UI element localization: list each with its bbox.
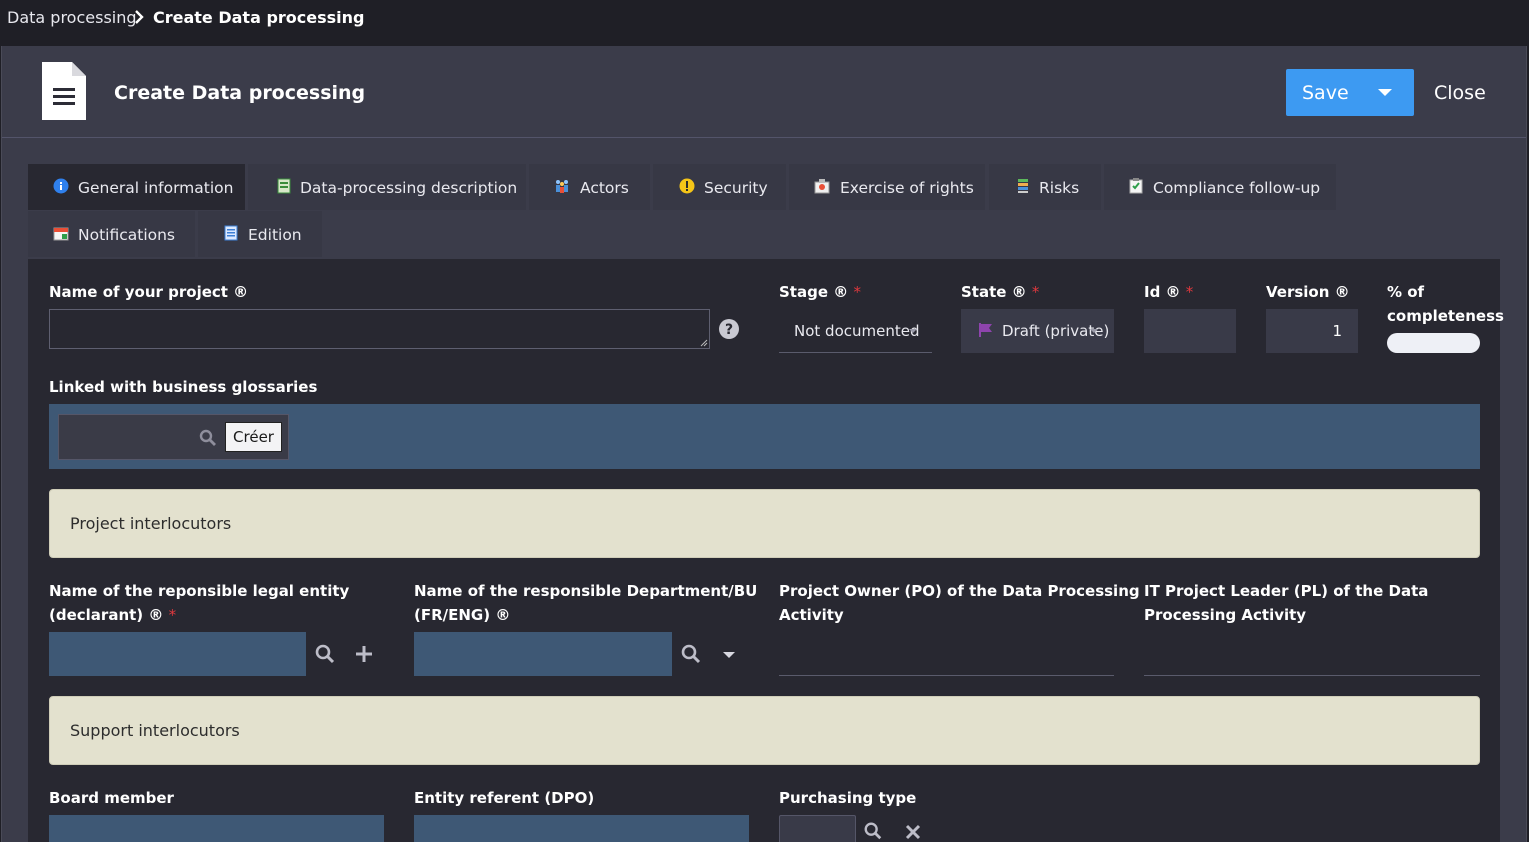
glossary-search-input[interactable]: Créer: [58, 414, 289, 460]
tab-label: Security: [704, 179, 768, 197]
page-title: Create Data processing: [114, 82, 366, 104]
chevron-down-icon: [1090, 329, 1098, 333]
purchasing-type-input[interactable]: [779, 815, 856, 842]
rights-icon: [814, 179, 830, 194]
save-button-label: Save: [1302, 82, 1349, 104]
tab-label: Notifications: [78, 226, 176, 244]
tab-label: Risks: [1039, 179, 1080, 197]
department-label: Name of the responsible Department/BU (FR…: [414, 582, 758, 624]
it-leader-label: IT Project Leader (PL) of the Data Proces…: [1144, 582, 1429, 624]
stage-select[interactable]: Not documented: [779, 309, 932, 353]
create-window: Create Data processing Save Close Genera…: [1, 46, 1527, 842]
risks-icon: [1018, 179, 1028, 193]
search-icon[interactable]: [680, 643, 702, 665]
version-value: 1: [1332, 322, 1342, 340]
search-icon[interactable]: [863, 821, 883, 841]
resize-grip-icon[interactable]: [700, 339, 708, 347]
tab-data-processing-description[interactable]: Data-processing description: [248, 164, 526, 210]
stage-value: Not documented: [794, 322, 920, 340]
id-label: Id ® *: [1144, 283, 1194, 301]
department-input[interactable]: [414, 632, 672, 676]
project-name-label: Name of your project ®: [49, 283, 249, 301]
tab-label: Data-processing description: [300, 179, 518, 197]
warning-icon: [679, 178, 695, 194]
help-icon[interactable]: ?: [719, 319, 739, 339]
tab-label: Exercise of rights: [840, 179, 974, 197]
tab-notifications[interactable]: Notifications: [28, 211, 195, 257]
create-glossary-button[interactable]: Créer: [225, 422, 282, 452]
actors-icon: [556, 180, 568, 193]
state-select[interactable]: Draft (private): [961, 309, 1114, 353]
tab-label: Actors: [580, 179, 629, 197]
svg-text:?: ?: [725, 322, 733, 338]
tab-risks[interactable]: Risks: [989, 164, 1101, 210]
purchasing-type-label: Purchasing type: [779, 789, 917, 807]
search-icon[interactable]: [314, 643, 336, 665]
board-member-input[interactable]: [49, 815, 384, 842]
document-icon: [42, 62, 86, 120]
checklist-icon: [1129, 178, 1143, 194]
id-input[interactable]: [1144, 309, 1236, 353]
entity-referent-label: Entity referent (DPO): [414, 789, 595, 807]
glossaries-field: Créer: [49, 404, 1480, 469]
tab-general-information[interactable]: General information: [28, 164, 245, 210]
tab-label: Compliance follow-up: [1153, 179, 1321, 197]
tab-label: Edition: [248, 226, 302, 244]
save-button[interactable]: Save: [1286, 69, 1414, 116]
project-interlocutors-section[interactable]: Project interlocutors: [49, 489, 1480, 558]
page-header: Create Data processing Save Close: [2, 46, 1526, 138]
info-icon: [53, 178, 69, 194]
version-input[interactable]: 1: [1266, 309, 1358, 353]
entity-referent-input[interactable]: [414, 815, 749, 842]
close-button[interactable]: Close: [1434, 82, 1486, 104]
glossaries-label: Linked with business glossaries: [49, 378, 318, 396]
breadcrumb: Data processing Create Data processing: [0, 0, 1529, 46]
chevron-down-icon: [909, 329, 917, 333]
tab-label: General information: [78, 179, 234, 197]
save-dropdown-caret-icon[interactable]: [1378, 89, 1392, 96]
general-information-panel: Name of your project ® ? Stage ® * Not d…: [28, 259, 1504, 842]
project-owner-label: Project Owner (PO) of the Data Processin…: [779, 582, 1140, 624]
tab-exercise-of-rights[interactable]: Exercise of rights: [789, 164, 985, 210]
breadcrumb-current: Create Data processing: [153, 8, 365, 27]
tab-actors[interactable]: Actors: [529, 164, 650, 210]
version-label: Version ®: [1266, 283, 1350, 301]
section-title: Support interlocutors: [70, 721, 240, 740]
board-member-label: Board member: [49, 789, 174, 807]
completeness-label: % of completeness: [1387, 283, 1504, 325]
description-icon: [277, 178, 291, 194]
caret-down-icon[interactable]: [718, 643, 740, 665]
chevron-right-icon: [135, 10, 144, 24]
project-owner-input[interactable]: [779, 675, 1114, 676]
state-label: State ® *: [961, 283, 1040, 301]
legal-entity-input[interactable]: [49, 632, 306, 676]
stage-label: Stage ® *: [779, 283, 861, 301]
project-name-input[interactable]: [49, 309, 710, 349]
tab-edition[interactable]: Edition: [198, 211, 322, 257]
flag-icon: [979, 323, 992, 337]
it-leader-input[interactable]: [1144, 675, 1480, 676]
tab-security[interactable]: Security: [653, 164, 786, 210]
breadcrumb-parent-link[interactable]: Data processing: [7, 8, 137, 27]
legal-entity-label: Name of the reponsible legal entity (decl…: [49, 582, 350, 624]
tab-compliance-follow-up[interactable]: Compliance follow-up: [1104, 164, 1336, 210]
section-title: Project interlocutors: [70, 514, 232, 533]
search-icon[interactable]: [199, 429, 217, 447]
add-icon[interactable]: [353, 643, 375, 665]
edit-doc-icon: [224, 225, 238, 241]
support-interlocutors-section[interactable]: Support interlocutors: [49, 696, 1480, 765]
clear-icon[interactable]: [904, 823, 922, 841]
calendar-icon: [53, 227, 69, 241]
completeness-progress-bar: [1387, 333, 1480, 353]
